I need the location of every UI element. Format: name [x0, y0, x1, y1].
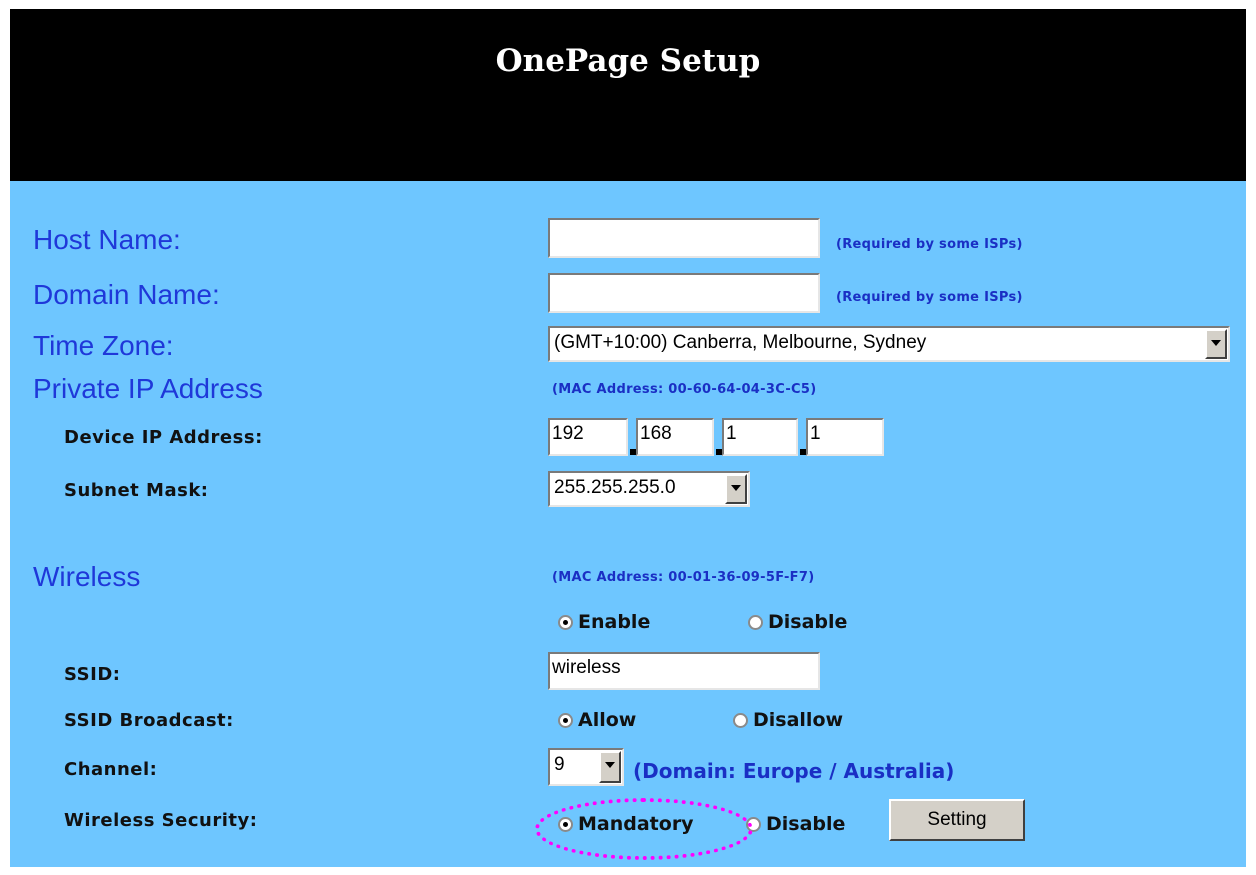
subnet-mask-select[interactable]: 255.255.255.0	[548, 471, 750, 507]
radio-selected-icon	[558, 614, 573, 630]
channel-value: 9	[554, 754, 565, 775]
wireless-disable-radio[interactable]: Disable	[748, 611, 847, 633]
setting-button[interactable]: Setting	[889, 799, 1025, 841]
wireless-enable-radio[interactable]: Enable	[558, 611, 650, 633]
host-name-label: Host Name:	[33, 224, 181, 255]
ip-octet-4[interactable]: 1	[806, 418, 884, 456]
chevron-down-icon[interactable]	[1205, 329, 1227, 359]
security-disable-label: Disable	[766, 813, 846, 835]
channel-label: Channel:	[64, 759, 158, 780]
host-name-note: (Required by some ISPs)	[836, 237, 1023, 252]
ssid-disallow-label: Disallow	[753, 709, 844, 731]
domain-name-input[interactable]	[548, 273, 820, 313]
wireless-disable-label: Disable	[768, 611, 848, 633]
ssid-label: SSID:	[64, 664, 121, 685]
channel-select[interactable]: 9	[548, 748, 624, 786]
private-ip-mac: (MAC Address: 00-60-64-04-3C-C5)	[552, 382, 817, 397]
device-ip-label: Device IP Address:	[64, 427, 263, 448]
subnet-mask-label: Subnet Mask:	[64, 480, 209, 501]
ip-octet-3[interactable]: 1	[722, 418, 798, 456]
page-title: OnePage Setup	[495, 43, 761, 79]
domain-name-label: Domain Name:	[33, 279, 220, 310]
radio-unselected-icon	[748, 614, 763, 630]
wireless-enable-label: Enable	[578, 611, 651, 633]
ssid-broadcast-label: SSID Broadcast:	[64, 710, 234, 731]
ip-octet-1[interactable]: 192	[548, 418, 628, 456]
ssid-allow-radio[interactable]: Allow	[558, 709, 636, 731]
domain-name-note: (Required by some ISPs)	[836, 290, 1023, 305]
wireless-mac: (MAC Address: 00-01-36-09-5F-F7)	[552, 570, 815, 585]
highlight-ellipse	[535, 798, 753, 860]
channel-domain-note: (Domain: Europe / Australia)	[633, 759, 955, 783]
ip-octet-2[interactable]: 168	[636, 418, 714, 456]
ssid-disallow-radio[interactable]: Disallow	[733, 709, 843, 731]
wireless-heading: Wireless	[33, 561, 141, 592]
radio-unselected-icon	[733, 712, 748, 728]
chevron-down-icon[interactable]	[725, 474, 747, 504]
radio-selected-icon	[558, 712, 573, 728]
time-zone-select[interactable]: (GMT+10:00) Canberra, Melbourne, Sydney	[548, 326, 1230, 362]
private-ip-heading: Private IP Address	[33, 373, 263, 404]
ssid-input[interactable]: wireless	[548, 652, 820, 690]
wireless-security-label: Wireless Security:	[64, 810, 258, 831]
host-name-input[interactable]	[548, 218, 820, 258]
time-zone-label: Time Zone:	[33, 330, 174, 361]
chevron-down-icon[interactable]	[599, 751, 621, 783]
security-disable-radio[interactable]: Disable	[746, 813, 845, 835]
time-zone-value: (GMT+10:00) Canberra, Melbourne, Sydney	[554, 332, 927, 353]
ssid-allow-label: Allow	[578, 709, 637, 731]
header-bar: OnePage Setup	[10, 9, 1246, 181]
subnet-mask-value: 255.255.255.0	[554, 477, 676, 498]
